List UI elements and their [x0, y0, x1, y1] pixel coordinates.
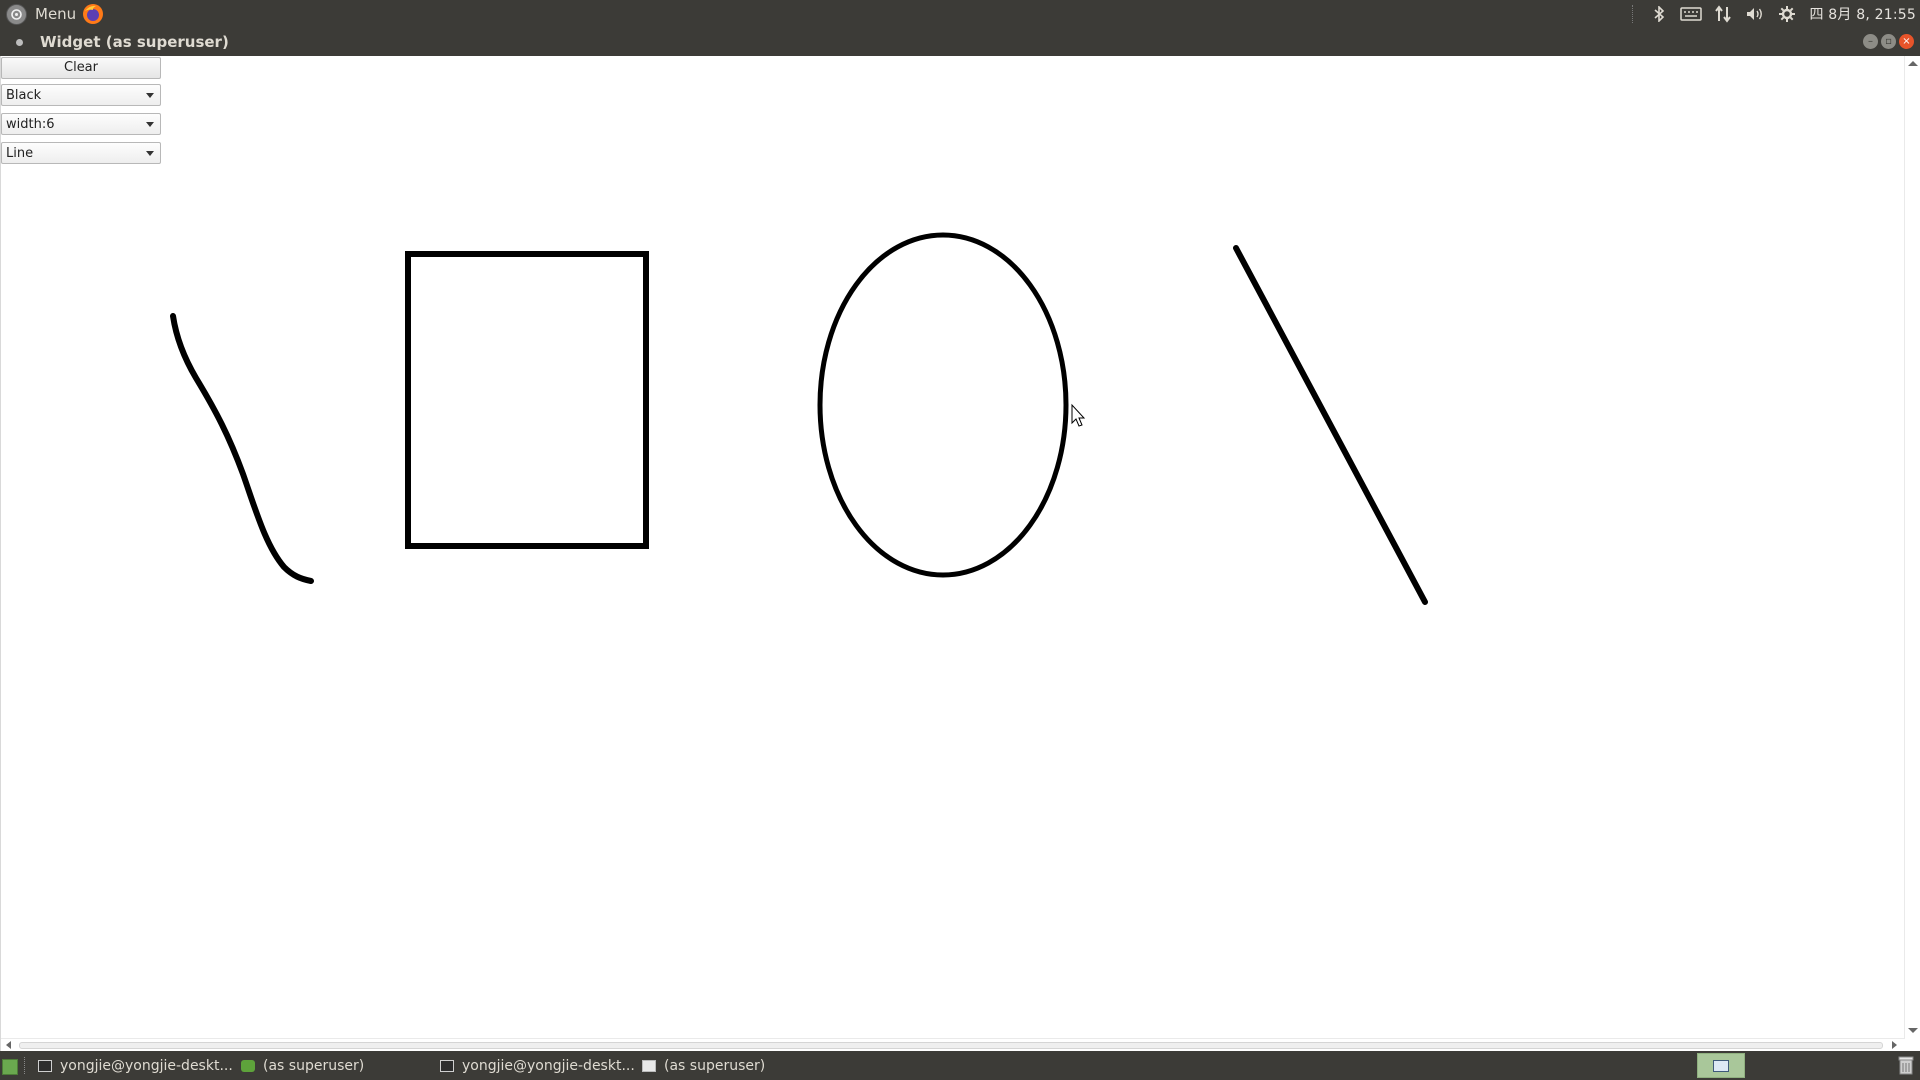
scroll-right-icon[interactable] — [1892, 1041, 1897, 1049]
width-select-value: width:6 — [6, 117, 55, 132]
task-label: yongjie@yongjie-deskt... — [60, 1057, 233, 1074]
desktop: Menu 四 8月 8, 21:55 Widget (as superuser)… — [0, 0, 1920, 1080]
taskbar-item-terminal-1[interactable]: yongjie@yongjie-deskt... — [38, 1051, 233, 1080]
firefox-icon[interactable] — [82, 3, 104, 25]
top-panel: Menu 四 8月 8, 21:55 — [0, 0, 1920, 28]
shape-select[interactable]: Line — [1, 142, 161, 164]
settings-icon[interactable] — [1776, 0, 1798, 28]
scroll-up-icon[interactable] — [1908, 61, 1918, 66]
window-titlebar[interactable]: Widget (as superuser) – ▫ × — [0, 28, 1920, 56]
clock[interactable]: 四 8月 8, 21:55 — [1809, 4, 1916, 24]
taskbar: yongjie@yongjie-deskt... (as superuser) … — [0, 1051, 1920, 1080]
task-label: yongjie@yongjie-deskt... — [462, 1057, 635, 1074]
scrollbar-track[interactable] — [19, 1042, 1883, 1049]
terminal-icon — [440, 1059, 454, 1072]
taskbar-grip — [24, 1057, 28, 1074]
trash-icon[interactable] — [1898, 1055, 1914, 1075]
close-button[interactable]: × — [1899, 34, 1914, 49]
scroll-down-icon[interactable] — [1908, 1028, 1918, 1033]
window-title: Widget (as superuser) — [40, 33, 229, 51]
scroll-left-icon[interactable] — [6, 1041, 11, 1049]
vertical-scrollbar[interactable] — [1904, 56, 1920, 1038]
ellipse-shape — [817, 232, 1069, 578]
color-select-value: Black — [6, 88, 42, 103]
rectangle-shape — [405, 251, 649, 549]
window-icon — [642, 1059, 656, 1072]
workspace-icon — [1713, 1059, 1729, 1072]
menu-logo-icon — [6, 3, 27, 25]
network-icon[interactable] — [1712, 0, 1734, 28]
drawing-canvas[interactable] — [1, 56, 1905, 1038]
window-menu-icon[interactable] — [16, 39, 23, 46]
color-select[interactable]: Black — [1, 84, 161, 106]
window-controls: – ▫ × — [1863, 34, 1914, 49]
green-app-icon — [241, 1059, 255, 1072]
taskbar-item-terminal-2[interactable]: yongjie@yongjie-deskt... — [440, 1051, 635, 1080]
menu-label: Menu — [35, 5, 77, 23]
workspace-switcher[interactable] — [1697, 1053, 1745, 1078]
mouse-cursor-icon — [1071, 403, 1086, 427]
taskbar-item-superuser-1[interactable]: (as superuser) — [241, 1051, 364, 1080]
minimize-button[interactable]: – — [1863, 34, 1878, 49]
width-select[interactable]: width:6 — [1, 113, 161, 135]
chevron-down-icon — [146, 122, 154, 127]
keyboard-icon[interactable] — [1680, 0, 1703, 28]
clear-button[interactable]: Clear — [1, 57, 161, 79]
task-label: (as superuser) — [664, 1057, 766, 1074]
maximize-button[interactable]: ▫ — [1881, 34, 1896, 49]
tray-separator — [1632, 5, 1635, 23]
chevron-down-icon — [146, 93, 154, 98]
taskbar-item-superuser-2[interactable]: (as superuser) — [642, 1051, 765, 1080]
window-client-area: Clear Black width:6 Line — [0, 56, 1920, 1051]
shape-select-value: Line — [6, 146, 34, 161]
horizontal-scrollbar[interactable] — [1, 1038, 1905, 1051]
volume-icon[interactable] — [1744, 0, 1766, 28]
system-tray: 四 8月 8, 21:55 — [1632, 0, 1920, 28]
straight-line-shape — [1233, 245, 1428, 605]
chevron-down-icon — [146, 151, 154, 156]
show-desktop-button[interactable] — [2, 1059, 18, 1075]
task-label: (as superuser) — [263, 1057, 365, 1074]
menu-button[interactable]: Menu — [6, 3, 76, 25]
bluetooth-icon[interactable] — [1648, 0, 1670, 28]
terminal-icon — [38, 1059, 52, 1072]
freehand-stroke — [170, 313, 314, 584]
